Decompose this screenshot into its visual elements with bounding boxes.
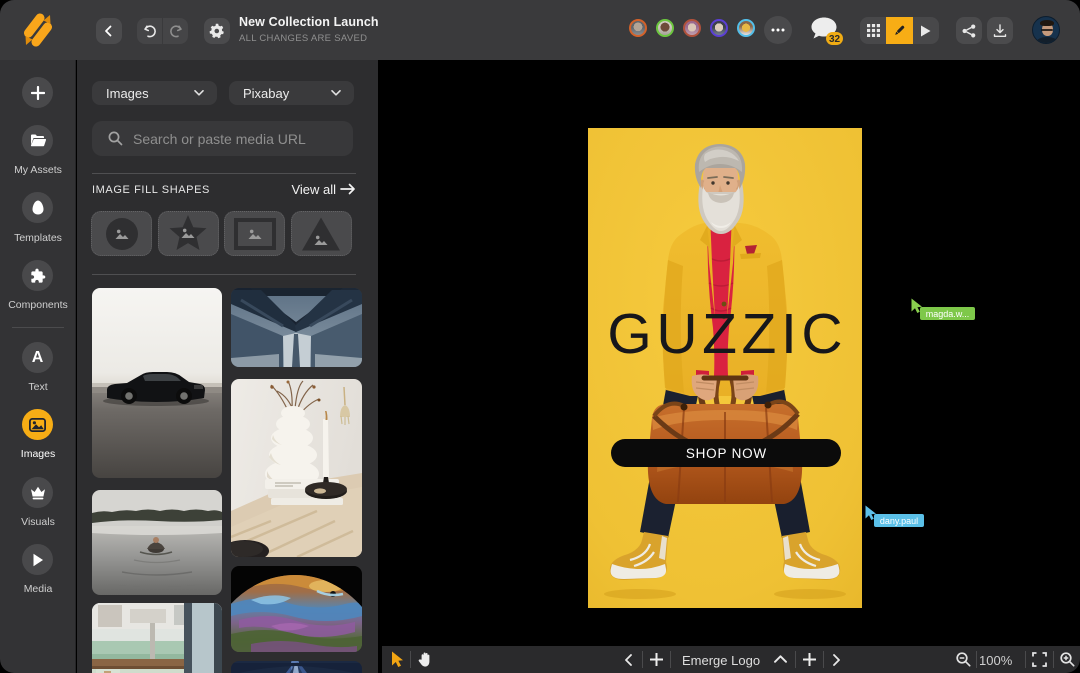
svg-text:32: 32	[829, 34, 841, 45]
